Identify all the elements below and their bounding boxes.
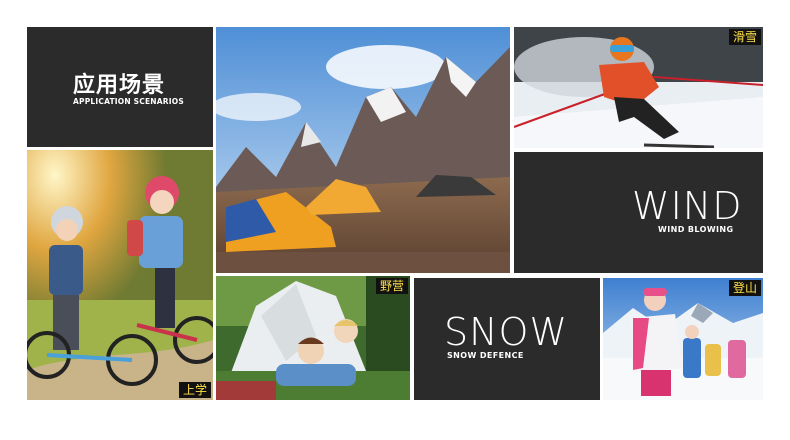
camping-label: 野营: [375, 278, 408, 294]
page-subtitle: APPLICATION SCENARIOS: [73, 97, 184, 106]
title-panel: 应用场景 APPLICATION SCENARIOS: [27, 27, 213, 147]
snow-title: SNOW: [444, 310, 569, 354]
ski-label: 滑雪: [728, 29, 761, 45]
wind-title: WIND: [632, 184, 743, 228]
children-snow-mountain-photo: 登山: [603, 278, 763, 400]
wind-panel: WIND WIND BLOWING: [514, 152, 763, 273]
page-title: 应用场景: [73, 73, 166, 98]
wind-subtitle: WIND BLOWING: [658, 225, 734, 234]
climbing-label: 登山: [728, 280, 761, 296]
snow-panel: SNOW SNOW DEFENCE: [414, 278, 600, 400]
child-skiing-photo: 滑雪: [514, 27, 763, 148]
snow-subtitle: SNOW DEFENCE: [447, 351, 524, 360]
children-tent-photo: 野营: [216, 276, 410, 400]
children-bikes-photo: 上学: [27, 150, 213, 400]
school-label: 上学: [178, 382, 211, 398]
mountain-camp-photo: [216, 27, 510, 273]
